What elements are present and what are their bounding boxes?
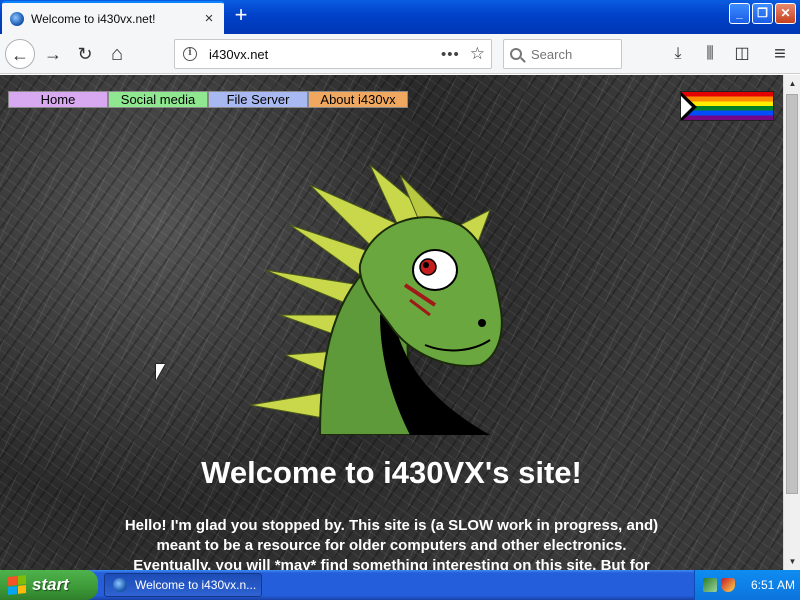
url-text[interactable]: i430vx.net	[209, 47, 441, 62]
restore-button[interactable]: ❐	[752, 3, 773, 24]
minimize-button[interactable]: _	[729, 3, 750, 24]
intro-line: Eventually, you will *may* find somethin…	[133, 557, 650, 570]
scroll-down-icon[interactable]: ▼	[784, 553, 800, 570]
address-bar[interactable]: i i430vx.net ••• ☆	[174, 39, 492, 69]
forward-button[interactable]: →	[38, 39, 68, 69]
taskbar-item-browser[interactable]: Welcome to i430vx.n...	[104, 573, 262, 597]
scroll-thumb[interactable]	[786, 94, 798, 494]
start-button[interactable]: start	[0, 570, 98, 600]
taskbar-item-label: Welcome to i430vx.n...	[135, 578, 257, 592]
start-label: start	[32, 575, 69, 594]
downloads-icon[interactable]: ⤓	[667, 43, 689, 65]
taskbar: start Welcome to i430vx.n... 6:51 AM	[0, 570, 800, 600]
close-tab-icon[interactable]: ×	[198, 10, 220, 27]
tab-title: Welcome to i430vx.net!	[31, 11, 156, 26]
page-actions-icon[interactable]: •••	[441, 46, 460, 63]
window-controls: _ ❐ ✕	[729, 3, 796, 24]
nav-link-about[interactable]: About i430vx	[308, 91, 408, 108]
sidebar-icon[interactable]: ◫	[731, 43, 753, 65]
mouse-pointer-icon	[156, 364, 165, 380]
site-nav: Home Social media File Server About i430…	[8, 91, 408, 108]
back-button[interactable]: ←	[5, 39, 35, 69]
search-box[interactable]	[503, 39, 622, 69]
security-shield-icon[interactable]	[721, 578, 735, 592]
reload-button[interactable]: ↻	[70, 39, 100, 69]
browser-icon	[113, 578, 127, 592]
system-tray: 6:51 AM	[694, 570, 800, 600]
clock: 6:51 AM	[751, 578, 796, 592]
page-viewport: Home Social media File Server About i430…	[0, 75, 783, 570]
search-icon	[510, 48, 522, 60]
nav-link-social-media[interactable]: Social media	[108, 91, 208, 108]
pride-flag-image	[680, 91, 774, 121]
scroll-up-icon[interactable]: ▲	[784, 75, 800, 92]
nav-toolbar: ← → ↻ ⌂ i i430vx.net ••• ☆ ⤓ ⫼ ◫ ≡	[0, 34, 800, 74]
bookmark-star-icon[interactable]: ☆	[470, 44, 485, 64]
home-button[interactable]: ⌂	[102, 39, 132, 69]
browser-tab[interactable]: Welcome to i430vx.net! ×	[2, 1, 224, 34]
search-input[interactable]	[531, 46, 611, 62]
intro-line: Hello! I'm glad you stopped by. This sit…	[124, 517, 659, 534]
new-tab-icon[interactable]: +	[228, 4, 254, 28]
intro-paragraph: Hello! I'm glad you stopped by. This sit…	[100, 516, 683, 570]
library-icon[interactable]: ⫼	[699, 43, 721, 65]
intro-line: meant to be a resource for older compute…	[156, 537, 627, 554]
favicon-icon	[10, 11, 24, 26]
network-icon[interactable]	[703, 578, 717, 592]
menu-icon[interactable]: ≡	[769, 43, 791, 65]
nav-link-home[interactable]: Home	[8, 91, 108, 108]
windows-logo-icon	[8, 575, 26, 595]
nav-link-file-server[interactable]: File Server	[208, 91, 308, 108]
title-bar: Welcome to i430vx.net! × + _ ❐ ✕	[0, 0, 800, 34]
dragon-image	[250, 164, 503, 435]
vertical-scrollbar[interactable]: ▲ ▼	[783, 75, 800, 570]
page-headline: Welcome to i430VX's site!	[201, 455, 582, 490]
site-info-icon[interactable]: i	[183, 47, 197, 61]
close-window-button[interactable]: ✕	[775, 3, 796, 24]
